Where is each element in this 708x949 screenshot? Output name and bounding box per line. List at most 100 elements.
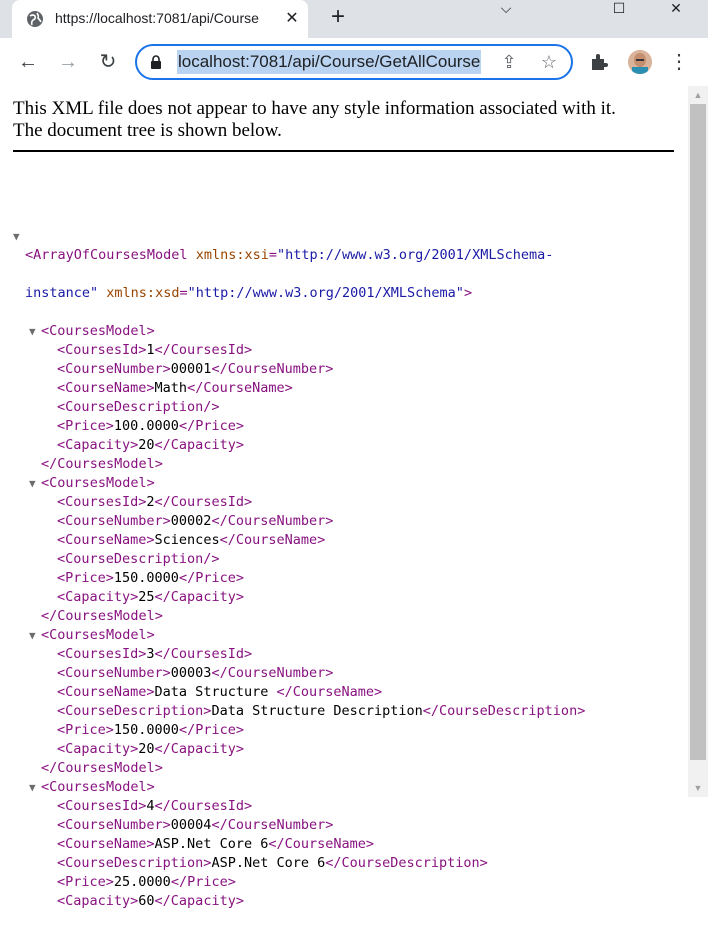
xml-field-line: <CourseName>Math</CourseName> [0, 379, 688, 398]
xml-field-line: <CourseDescription>ASP.Net Core 6</Cours… [0, 854, 688, 873]
xml-field-line: <Capacity>60</Capacity> [0, 892, 688, 911]
field-open-tag: <CourseNumber> [57, 513, 171, 529]
xml-field-line: <CourseNumber>00002</CourseNumber> [0, 512, 688, 531]
close-window-button[interactable]: ✕ [656, 0, 696, 18]
bookmark-star-icon[interactable]: ☆ [539, 52, 559, 72]
xml-field-line: <Price>25.0000</Price> [0, 873, 688, 892]
field-open-tag: <Price> [57, 418, 114, 434]
xml-field-line: <Price>100.0000</Price> [0, 417, 688, 436]
field-value: 20 [138, 741, 155, 757]
share-icon[interactable]: ⇪ [499, 52, 519, 72]
collapse-triangle-icon[interactable]: ▼ [29, 322, 36, 341]
field-value: 00003 [170, 665, 212, 681]
field-open-tag: <Price> [57, 722, 114, 738]
field-open-tag: <CourseName> [57, 532, 155, 548]
field-close-tag: </Price> [178, 722, 244, 738]
field-value: 20 [138, 437, 155, 453]
field-open-tag: <CoursesId> [57, 494, 147, 510]
root-attr-value: "http://www.w3.org/2001/XMLSchema" [187, 285, 464, 301]
field-value: 25 [138, 589, 155, 605]
field-open-tag: <CourseName> [57, 380, 155, 396]
browser-tab[interactable]: https://localhost:7081/api/Course ✕ [12, 0, 308, 38]
collapse-triangle-icon[interactable]: ▼ [29, 626, 36, 645]
xml-field-line: <CourseName>Data Structure </CourseName> [0, 683, 688, 702]
field-value: Data Structure [154, 684, 277, 700]
title-bar: https://localhost:7081/api/Course ✕ + ⌵ … [0, 0, 708, 38]
field-open-tag: <CourseDescription/> [57, 399, 220, 415]
course-open-tag: <CoursesModel> [41, 475, 155, 491]
field-close-tag: </CoursesId> [154, 798, 253, 814]
new-tab-button[interactable]: + [326, 5, 350, 29]
xml-field-line: <Capacity>20</Capacity> [0, 740, 688, 759]
field-open-tag: <CourseName> [57, 836, 155, 852]
scrollbar-thumb[interactable] [690, 104, 706, 760]
field-open-tag: <CourseName> [57, 684, 155, 700]
xml-field-line: <CoursesId>2</CoursesId> [0, 493, 688, 512]
field-open-tag: <CoursesId> [57, 342, 147, 358]
course-open-line: ▼ <CoursesModel> [0, 322, 688, 341]
profile-avatar[interactable] [628, 50, 652, 74]
xml-style-notice: This XML file does not appear to have an… [13, 98, 674, 142]
field-value: 2 [146, 494, 155, 510]
lock-icon[interactable] [149, 54, 163, 70]
field-close-tag: </CourseName> [276, 684, 383, 700]
scroll-down-arrow-icon[interactable]: ▼ [693, 783, 703, 793]
xml-field-line: <CoursesId>3</CoursesId> [0, 645, 688, 664]
forward-button[interactable]: → [56, 50, 80, 74]
collapse-triangle-icon[interactable]: ▼ [29, 474, 36, 493]
xml-field-line: <CourseName>Sciences</CourseName> [0, 531, 688, 550]
field-value: 150.0000 [113, 722, 179, 738]
maximize-button[interactable]: ☐ [599, 0, 639, 18]
xml-field-line: <CourseName>ASP.Net Core 6</CourseName> [0, 835, 688, 854]
xml-field-line: <CourseNumber>00004</CourseNumber> [0, 816, 688, 835]
field-close-tag: </CourseName> [268, 836, 375, 852]
course-open-line: ▼ <CoursesModel> [0, 778, 688, 797]
field-close-tag: </Price> [170, 874, 236, 890]
xml-field-line: <CourseNumber>00001</CourseNumber> [0, 360, 688, 379]
root-open-line: ▼ <ArrayOfCoursesModel xmlns:xsi="http:/… [0, 208, 688, 263]
scroll-up-arrow-icon[interactable]: ▲ [693, 90, 703, 100]
url-text[interactable]: localhost:7081/api/Course/GetAllCourse [177, 50, 482, 74]
browser-toolbar: ← → ↻ localhost:7081/api/Course/GetAllCo… [0, 38, 708, 87]
notice-line-1: This XML file does not appear to have an… [13, 98, 616, 119]
field-open-tag: <CourseNumber> [57, 361, 171, 377]
root-attr-value-cont: instance" [25, 285, 99, 301]
reload-button[interactable]: ↻ [96, 50, 120, 74]
root-attr-name: xmlns:xsd [106, 285, 180, 301]
field-value: ASP.Net Core 6 [154, 836, 269, 852]
field-value: 4 [146, 798, 155, 814]
address-bar[interactable]: localhost:7081/api/Course/GetAllCourse ⇪… [135, 44, 573, 80]
collapse-triangle-icon[interactable]: ▼ [29, 778, 36, 797]
vertical-scrollbar[interactable]: ▲ ▼ [688, 86, 708, 797]
xml-field-line: <CourseNumber>00003</CourseNumber> [0, 664, 688, 683]
field-close-tag: </CourseName> [219, 532, 326, 548]
field-open-tag: <CourseNumber> [57, 665, 171, 681]
field-value: 25.0000 [113, 874, 171, 890]
field-value: Math [154, 380, 188, 396]
field-value: 1 [146, 342, 155, 358]
course-close-tag: </CoursesModel> [41, 608, 163, 624]
field-value: 00004 [170, 817, 212, 833]
xml-field-line: <Capacity>20</Capacity> [0, 436, 688, 455]
field-close-tag: </CourseName> [187, 380, 293, 396]
field-close-tag: </CoursesId> [154, 646, 253, 662]
xml-field-line: <Capacity>25</Capacity> [0, 588, 688, 607]
browser-menu-button[interactable]: ⋮ [669, 50, 689, 74]
notice-line-2: The document tree is shown below. [13, 120, 282, 141]
close-tab-icon[interactable]: ✕ [280, 7, 304, 31]
field-close-tag: </CourseNumber> [211, 665, 334, 681]
xml-field-line: <CoursesId>4</CoursesId> [0, 797, 688, 816]
minimize-button[interactable]: ⌵ [486, 0, 526, 18]
field-close-tag: </Price> [178, 418, 244, 434]
globe-icon [26, 10, 44, 28]
field-value: 00002 [170, 513, 212, 529]
field-close-tag: </CourseDescription> [325, 855, 488, 871]
collapse-triangle-icon[interactable]: ▼ [13, 227, 20, 246]
xml-field-line: <CourseDescription/> [0, 398, 688, 417]
extensions-puzzle-icon[interactable] [588, 51, 610, 73]
root-open-line-cont: instance" xmlns:xsd="http://www.w3.org/2… [25, 285, 473, 301]
course-close-line: </CoursesModel> [0, 759, 688, 778]
field-value: 60 [138, 893, 155, 909]
back-button[interactable]: ← [16, 50, 40, 74]
field-open-tag: <Price> [57, 874, 114, 890]
